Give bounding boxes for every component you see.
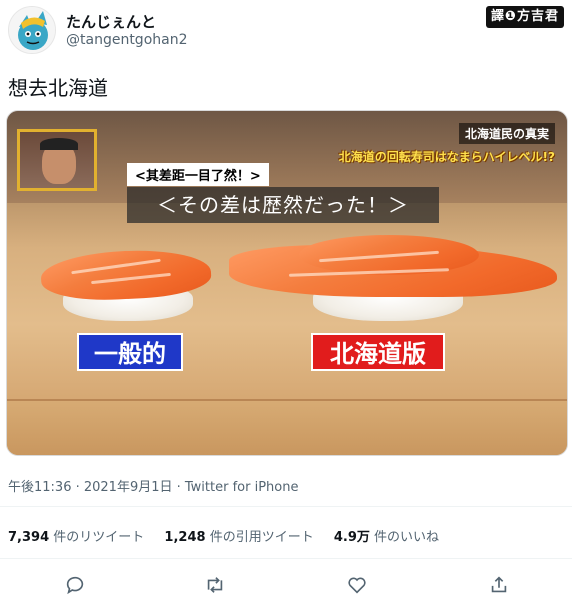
likes-stat[interactable]: 4.9万 件のいいね	[334, 530, 439, 545]
retweets-count: 7,394	[8, 530, 50, 545]
share-icon[interactable]	[486, 572, 512, 598]
hokkaido-salmon-sushi	[229, 235, 557, 321]
wooden-board-edge	[7, 399, 567, 455]
presenter-hair	[40, 138, 78, 150]
likes-label: 件のいいね	[374, 530, 440, 545]
topic-line-2: 北海道の回転寿司はなまらハイレベル!?	[338, 150, 555, 164]
avatar[interactable]	[8, 6, 56, 54]
divider	[0, 506, 572, 507]
japanese-subtitle: ＜その差は歴然だった！＞	[127, 187, 439, 223]
tv-topic-caption: 北海道民の真実 北海道の回転寿司はなまらハイレベル!?	[339, 123, 555, 165]
label-regular: 一般的	[77, 333, 183, 371]
translator-watermark: 譯❶方吉君	[485, 6, 564, 28]
user-handle[interactable]: @tangentgohan2	[66, 32, 188, 48]
topic-line-1: 北海道民の真実	[458, 123, 555, 144]
like-icon[interactable]	[344, 572, 370, 598]
label-hokkaido: 北海道版	[311, 333, 445, 371]
presenter-inset	[17, 129, 97, 191]
retweets-label: 件のリツイート	[53, 530, 145, 545]
display-name[interactable]: たんじぇんと	[66, 11, 156, 32]
likes-count: 4.9万	[333, 530, 370, 545]
tweet-media-image[interactable]: 北海道民の真実 北海道の回転寿司はなまらハイレベル!? <其差距一目了然！> ＜…	[6, 110, 568, 456]
tweet-stats: 7,394 件のリツイート 1,248 件の引用ツイート 4.9万 件のいいね	[8, 526, 455, 545]
reply-icon[interactable]	[62, 572, 88, 598]
retweets-stat[interactable]: 7,394 件のリツイート	[8, 530, 144, 545]
quotes-stat[interactable]: 1,248 件の引用ツイート	[164, 530, 313, 545]
tweet-timestamp[interactable]: 午後11:36 · 2021年9月1日 · Twitter for iPhone	[8, 476, 298, 495]
tweet-actions-bar	[0, 570, 572, 600]
quotes-count: 1,248	[164, 530, 206, 545]
tweet-header: たんじぇんと @tangentgohan2 譯❶方吉君	[8, 6, 564, 54]
regular-salmon-sushi	[39, 246, 213, 321]
tweet-text: 想去北海道	[8, 76, 108, 100]
divider	[0, 558, 572, 559]
quotes-label: 件の引用ツイート	[209, 530, 314, 545]
chinese-subtitle: <其差距一目了然！>	[127, 163, 269, 186]
retweet-icon[interactable]	[202, 572, 228, 598]
